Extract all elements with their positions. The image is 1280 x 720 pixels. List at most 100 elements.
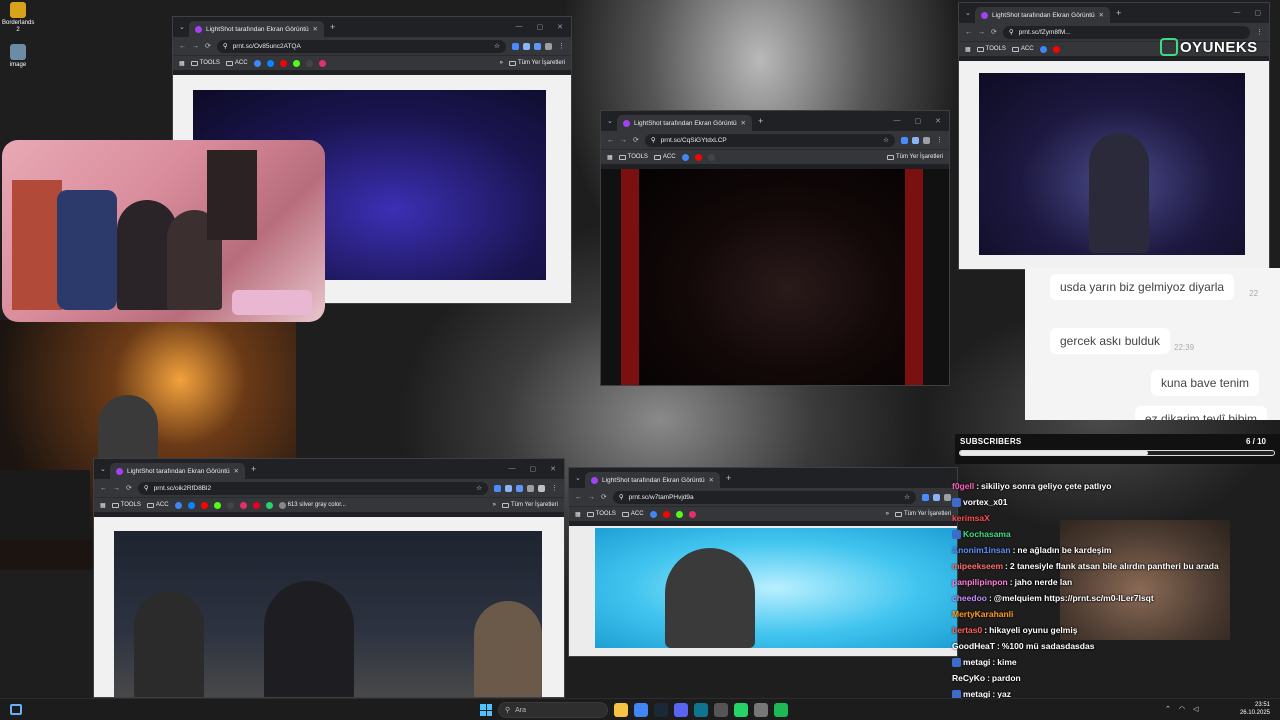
close-tab-icon[interactable]: ✕ [313,25,318,33]
bookmark-kick-icon[interactable] [675,510,683,518]
forward-icon[interactable]: → [620,137,627,144]
back-icon[interactable]: ← [607,137,614,144]
close-tab-icon[interactable]: ✕ [1099,11,1104,19]
bookmark-acc[interactable]: ACC [621,511,644,517]
new-tab-icon[interactable]: + [726,473,731,483]
app-icon[interactable] [694,703,708,717]
menu-icon[interactable]: ⋮ [558,42,565,50]
bookmark-youtube-icon[interactable] [1052,45,1060,53]
desktop-icon-image[interactable]: image [2,44,34,69]
bookmark-kick-icon[interactable] [292,59,300,67]
maximize-icon[interactable]: ▢ [1254,9,1261,17]
tab-list-chevron-icon[interactable]: ⌄ [965,9,975,17]
bookmark-instagram-icon[interactable] [318,59,326,67]
bookmark-youtube-icon[interactable] [200,501,208,509]
tab-list-chevron-icon[interactable]: ⌄ [575,474,585,482]
file-explorer-icon[interactable] [614,703,628,717]
bookmark-acc[interactable]: ACC [225,60,248,66]
bookmark-star-icon[interactable]: ☆ [494,42,500,50]
bookmark-youtube-icon[interactable] [279,59,287,67]
volume-icon[interactable]: ◁ [1193,705,1198,713]
close-tab-icon[interactable]: ✕ [741,119,746,127]
menu-icon[interactable]: ⋮ [551,484,558,492]
minimize-icon[interactable]: — [1233,9,1240,17]
new-tab-icon[interactable]: + [1116,8,1121,18]
more-bookmarks-icon[interactable]: » [886,511,889,517]
browser-window-center[interactable]: ⌄ LightShot tarafından Ekran Görüntüsü ✕ … [600,110,950,386]
close-window-icon[interactable]: ✕ [935,117,941,125]
bookmark-google-icon[interactable] [174,501,182,509]
address-bar[interactable]: ⚲ prnt.sc/w7tamPHvjd9a ☆ [612,490,916,504]
back-icon[interactable]: ← [575,494,582,501]
bookmark-google-icon[interactable] [681,153,689,161]
more-bookmarks-icon[interactable]: » [493,502,496,508]
start-button[interactable] [480,704,492,716]
bookmark-kick-icon[interactable] [213,501,221,509]
tab-list-chevron-icon[interactable]: ⌄ [179,23,189,31]
reload-icon[interactable]: ⟳ [601,493,607,501]
taskbar-search[interactable]: ⚲ Ara [498,702,608,718]
maximize-icon[interactable]: ▢ [537,23,544,31]
browser-tab[interactable]: LightShot tarafından Ekran Görüntüsü ✕ [110,463,245,479]
address-bar[interactable]: ⚲ prnt.sc/fZym8fM... [1002,25,1250,39]
bookmark-star-icon[interactable]: ☆ [883,136,889,144]
forward-icon[interactable]: → [113,485,120,492]
bookmark-google-icon[interactable] [1039,45,1047,53]
all-bookmarks[interactable]: Tüm Yer İşaretleri [501,502,558,508]
bookmark-google-icon[interactable] [649,510,657,518]
close-tab-icon[interactable]: ✕ [709,476,714,484]
close-tab-icon[interactable]: ✕ [234,467,239,475]
close-window-icon[interactable]: ✕ [550,465,556,473]
bookmark-google-icon[interactable] [253,59,261,67]
maximize-icon[interactable]: ▢ [915,117,922,125]
maximize-icon[interactable]: ▢ [530,465,537,473]
show-hidden-icons-icon[interactable]: ⌃ [1165,705,1171,713]
bookmark-x-icon[interactable] [305,59,313,67]
browser-tab[interactable]: LightShot tarafından Ekran Görüntüsü ✕ [189,21,324,37]
bookmark-tools[interactable]: TOOLS [618,154,648,160]
new-tab-icon[interactable]: + [758,116,763,126]
address-bar[interactable]: ⚲ prnt.sc/oik2RfD8Bl2 ☆ [137,481,488,495]
forward-icon[interactable]: → [978,29,985,36]
bookmark-extra[interactable]: 613 silver gray color... [278,501,346,509]
bookmark-instagram-icon[interactable] [688,510,696,518]
desktop-icon-borderlands[interactable]: Borderlands 2 [2,2,34,34]
minimize-icon[interactable]: — [516,23,523,31]
forward-icon[interactable]: → [588,494,595,501]
bookmark-youtube-icon[interactable] [694,153,702,161]
network-icon[interactable]: ◠ [1179,705,1185,713]
new-tab-icon[interactable]: + [251,464,256,474]
back-icon[interactable]: ← [965,29,972,36]
reload-icon[interactable]: ⟳ [205,42,211,50]
bookmark-site-icon[interactable] [266,59,274,67]
apps-grid-icon[interactable]: ▦ [965,46,971,53]
tab-list-chevron-icon[interactable]: ⌄ [100,465,110,473]
bookmark-youtube-icon[interactable] [662,510,670,518]
bookmark-acc[interactable]: ACC [1011,46,1034,52]
tab-list-chevron-icon[interactable]: ⌄ [607,117,617,125]
bookmark-tools[interactable]: TOOLS [586,511,616,517]
menu-icon[interactable]: ⋮ [1256,28,1263,36]
menu-icon[interactable]: ⋮ [936,136,943,144]
reload-icon[interactable]: ⟳ [991,28,997,36]
apps-grid-icon[interactable]: ▦ [100,502,106,509]
forward-icon[interactable]: → [192,43,199,50]
bookmark-x-icon[interactable] [707,153,715,161]
all-bookmarks[interactable]: Tüm Yer İşaretleri [894,511,951,517]
discord-icon[interactable] [674,703,688,717]
apps-grid-icon[interactable]: ▦ [575,511,581,518]
bookmark-instagram-icon[interactable] [239,501,247,509]
close-window-icon[interactable]: ✕ [557,23,563,31]
all-bookmarks[interactable]: Tüm Yer İşaretleri [886,154,943,160]
more-bookmarks-icon[interactable]: » [500,60,503,66]
browser-window-bottom-mid[interactable]: ⌄ LightShot tarafından Ekran Görüntüsü ✕ … [568,467,958,657]
bookmark-tools[interactable]: TOOLS [111,502,141,508]
chrome-icon[interactable] [634,703,648,717]
app-icon[interactable] [754,703,768,717]
reload-icon[interactable]: ⟳ [633,136,639,144]
browser-tab[interactable]: LightShot tarafından Ekran Görüntüsü ✕ [617,115,752,131]
clock[interactable]: 23:51 26.10.2025 [1240,701,1270,717]
apps-grid-icon[interactable]: ▦ [607,154,613,161]
widgets-icon[interactable] [10,704,22,715]
bookmark-pinterest-icon[interactable] [252,501,260,509]
